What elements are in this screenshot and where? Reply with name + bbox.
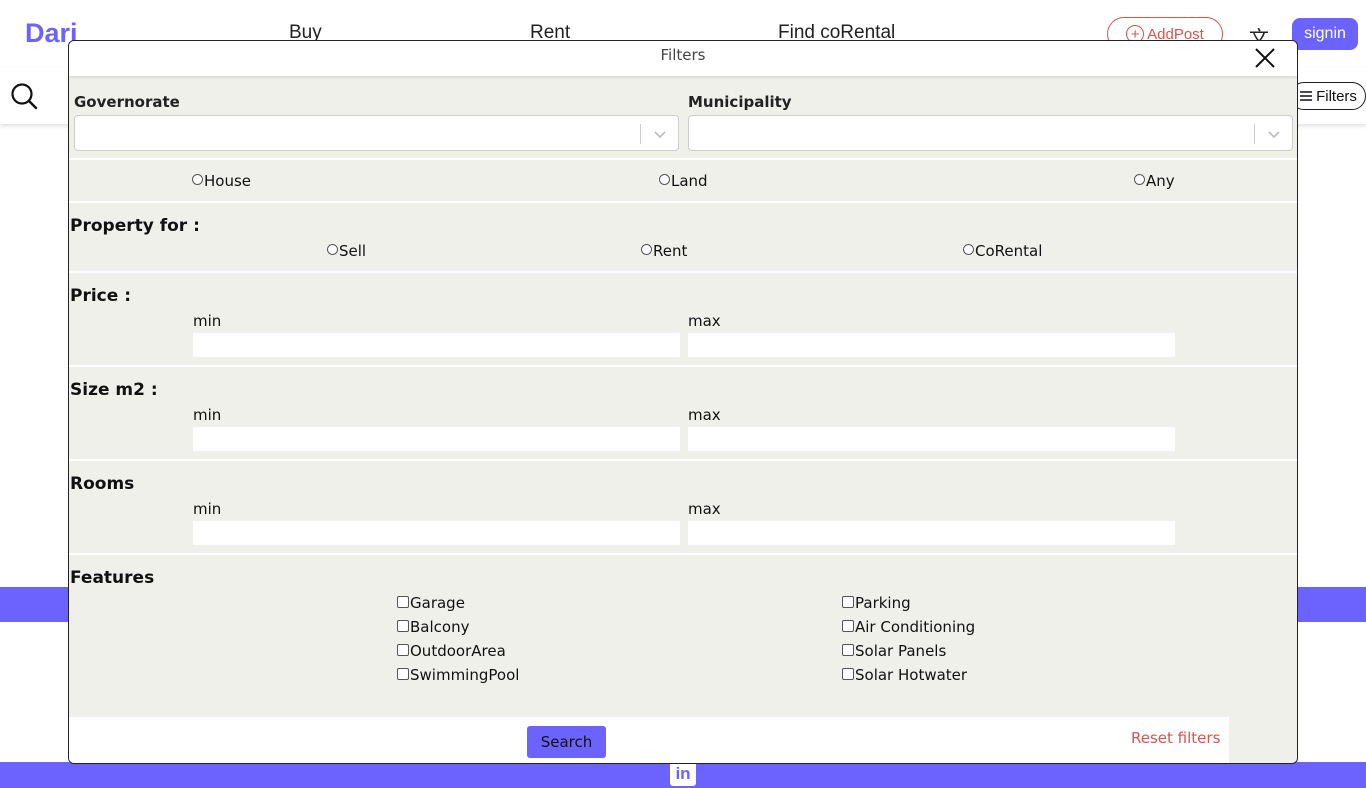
checkbox-parking-label: Parking — [855, 594, 911, 612]
section-divider — [69, 553, 1297, 555]
signin-button[interactable]: signin — [1292, 18, 1358, 50]
chevron-down-icon — [1268, 131, 1280, 139]
size-max-input[interactable] — [688, 427, 1175, 451]
rooms-min-input[interactable] — [193, 521, 680, 545]
radio-sell-label: Sell — [339, 242, 367, 260]
size-min-input[interactable] — [193, 427, 680, 451]
checkbox-swimming-pool[interactable]: SwimmingPool — [397, 666, 519, 684]
filters-toggle-button[interactable]: Filters — [1290, 82, 1366, 110]
search-icon[interactable] — [10, 82, 38, 110]
features-title: Features — [70, 568, 155, 588]
checkbox-garage-label: Garage — [410, 594, 465, 612]
checkbox-air-conditioning[interactable]: Air Conditioning — [842, 618, 975, 636]
radio-corental-label: CoRental — [975, 242, 1043, 260]
price-min-label: min — [193, 312, 222, 330]
checkbox-box[interactable] — [397, 595, 409, 608]
checkbox-box[interactable] — [842, 619, 854, 632]
checkbox-outdoor-area-label: OutdoorArea — [410, 642, 506, 660]
modal-footer — [69, 717, 1229, 763]
municipality-label: Municipality — [688, 93, 792, 111]
checkbox-solar-hotwater[interactable]: Solar Hotwater — [842, 666, 967, 684]
price-max-input[interactable] — [688, 333, 1175, 357]
chevron-down-icon — [654, 131, 666, 139]
radio-rent-label: Rent — [653, 242, 688, 260]
size-max-label: max — [688, 406, 721, 424]
checkbox-balcony-label: Balcony — [410, 618, 470, 636]
checkbox-box[interactable] — [842, 643, 854, 656]
radio-rent[interactable]: Rent — [641, 242, 687, 260]
checkbox-box[interactable] — [397, 667, 409, 680]
checkbox-outdoor-area[interactable]: OutdoorArea — [397, 642, 506, 660]
checkbox-garage[interactable]: Garage — [397, 594, 465, 612]
search-button[interactable]: Search — [527, 726, 606, 758]
radio-land[interactable]: Land — [659, 172, 708, 190]
rooms-max-label: max — [688, 500, 721, 518]
section-divider — [69, 459, 1297, 461]
radio-house-label: House — [204, 172, 252, 190]
filters-modal: Filters Governorate Municipality House L… — [68, 40, 1298, 764]
size-title: Size m2 : — [70, 380, 158, 400]
checkbox-parking[interactable]: Parking — [842, 594, 911, 612]
municipality-select[interactable] — [688, 115, 1293, 151]
radio-corental[interactable]: CoRental — [963, 242, 1042, 260]
close-icon[interactable] — [1253, 46, 1277, 70]
section-divider — [69, 271, 1297, 273]
price-title: Price : — [70, 286, 131, 306]
radio-circle[interactable] — [1134, 174, 1145, 185]
section-divider — [69, 365, 1297, 367]
checkbox-box[interactable] — [842, 667, 854, 680]
checkbox-box[interactable] — [397, 643, 409, 656]
rooms-min-label: min — [193, 500, 222, 518]
property-for-title: Property for : — [70, 216, 200, 236]
radio-house[interactable]: House — [192, 172, 251, 190]
sliders-icon — [1300, 91, 1313, 101]
checkbox-box[interactable] — [397, 619, 409, 632]
radio-circle[interactable] — [641, 244, 652, 255]
section-divider — [69, 201, 1297, 203]
radio-circle[interactable] — [192, 174, 203, 185]
size-min-label: min — [193, 406, 222, 424]
radio-land-label: Land — [671, 172, 708, 190]
checkbox-balcony[interactable]: Balcony — [397, 618, 469, 636]
filters-toggle-label: Filters — [1316, 87, 1357, 105]
radio-any[interactable]: Any — [1134, 172, 1175, 190]
rooms-title: Rooms — [70, 474, 135, 494]
radio-circle[interactable] — [327, 244, 338, 255]
section-divider — [69, 158, 1297, 160]
checkbox-solar-panels-label: Solar Panels — [855, 642, 947, 660]
select-separator — [640, 124, 641, 144]
select-separator — [1254, 124, 1255, 144]
linkedin-icon[interactable]: in — [670, 762, 696, 786]
checkbox-solar-panels[interactable]: Solar Panels — [842, 642, 946, 660]
rooms-max-input[interactable] — [688, 521, 1175, 545]
radio-circle[interactable] — [659, 174, 670, 185]
modal-header: Filters — [69, 41, 1297, 76]
radio-sell[interactable]: Sell — [327, 242, 366, 260]
checkbox-solar-hotwater-label: Solar Hotwater — [855, 666, 968, 684]
modal-title: Filters — [660, 46, 706, 64]
reset-filters-link[interactable]: Reset filters — [1131, 729, 1220, 747]
radio-any-label: Any — [1146, 172, 1175, 190]
price-min-input[interactable] — [193, 333, 680, 357]
governorate-label: Governorate — [74, 93, 180, 111]
governorate-select[interactable] — [74, 115, 679, 151]
radio-circle[interactable] — [963, 244, 974, 255]
price-max-label: max — [688, 312, 721, 330]
checkbox-air-conditioning-label: Air Conditioning — [855, 618, 976, 636]
checkbox-swimming-pool-label: SwimmingPool — [410, 666, 520, 684]
checkbox-box[interactable] — [842, 595, 854, 608]
